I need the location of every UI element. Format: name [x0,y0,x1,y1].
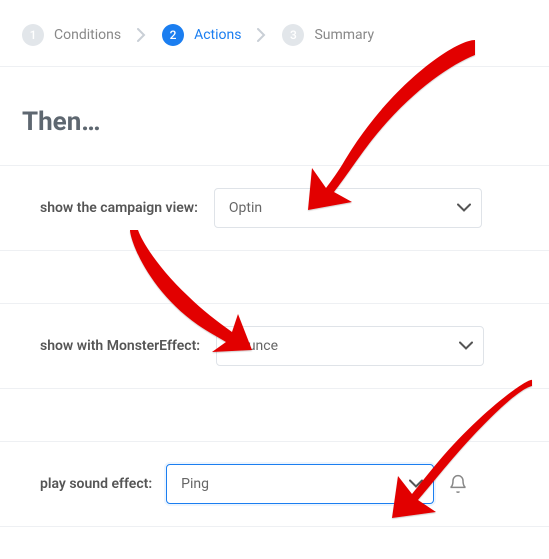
select-monster-effect[interactable]: Bounce [216,326,484,366]
label-campaign-view: show the campaign view: [40,200,198,216]
step-label-conditions: Conditions [54,27,121,43]
step-label-actions: Actions [194,27,241,43]
select-sound-effect[interactable]: Ping [166,464,434,504]
chevron-right-icon [137,28,146,42]
chevron-down-icon [409,480,423,489]
row-sound-effect: play sound effect: Ping [0,441,549,527]
step-conditions[interactable]: 1 Conditions [22,24,121,46]
chevron-down-icon [457,204,471,213]
select-value: Ping [181,476,209,492]
then-heading: Then… [0,67,549,165]
chevron-right-icon [257,28,266,42]
step-actions[interactable]: 2 Actions [162,24,241,46]
step-label-summary: Summary [314,27,374,43]
step-number-1: 1 [22,24,44,46]
bell-icon[interactable] [448,474,468,494]
stepper: 1 Conditions 2 Actions 3 Summary [0,0,549,67]
step-number-3: 3 [282,24,304,46]
step-summary[interactable]: 3 Summary [282,24,374,46]
step-number-2: 2 [162,24,184,46]
chevron-down-icon [459,342,473,351]
select-value: Bounce [231,338,278,354]
row-campaign-view: show the campaign view: Optin [0,165,549,251]
label-sound-effect: play sound effect: [40,476,152,492]
label-monster-effect: show with MonsterEffect: [40,338,200,354]
select-value: Optin [229,200,262,216]
row-monster-effect: show with MonsterEffect: Bounce [0,303,549,389]
select-campaign-view[interactable]: Optin [214,188,482,228]
